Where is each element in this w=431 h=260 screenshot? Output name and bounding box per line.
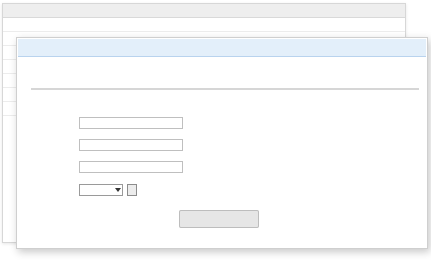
column-header [265,4,335,17]
full-name-input[interactable] [79,117,183,129]
region-button[interactable] [127,184,137,196]
short-name-row [31,138,419,152]
chevron-down-icon[interactable] [113,185,122,195]
table-cell [265,18,335,31]
submit-button[interactable] [179,210,259,228]
table-cell [73,18,185,31]
keywords-input[interactable] [79,161,183,173]
table-header-row [3,4,405,18]
table-cell [219,18,265,31]
column-header [73,4,185,17]
column-header [3,4,73,17]
keywords-row [31,160,419,174]
short-name-input[interactable] [79,139,183,151]
column-header [219,4,265,17]
add-competitor-dialog [16,37,428,249]
notice-bar [18,39,426,57]
full-name-row [31,116,419,130]
region-select[interactable] [79,184,123,196]
column-header [185,4,219,17]
table-cell [185,18,219,31]
region-row [31,183,419,197]
table-cell [3,18,73,31]
breadcrumb [31,76,419,90]
table-row[interactable] [3,18,405,32]
